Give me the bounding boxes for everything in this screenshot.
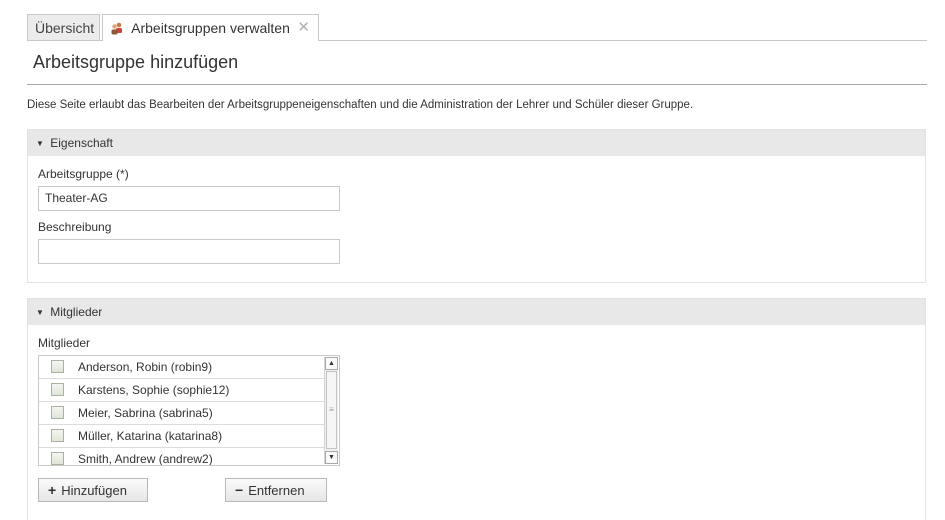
title-divider [27, 84, 927, 85]
members-list[interactable]: Anderson, Robin (robin9) Karstens, Sophi… [38, 355, 340, 466]
description-input[interactable] [38, 239, 340, 264]
members-section: ▼ Mitglieder Mitglieder Anderson, Robin … [27, 298, 926, 520]
close-icon[interactable]: ✕ [297, 15, 310, 41]
users-icon [110, 17, 124, 35]
tab-arbeitsgruppen-verwalten[interactable]: Arbeitsgruppen verwalten ✕ [102, 14, 319, 41]
members-heading: Mitglieder [50, 305, 103, 319]
list-item[interactable]: Müller, Katarina (katarina8) [39, 425, 324, 448]
properties-heading: Eigenschaft [50, 136, 113, 150]
member-checkbox[interactable] [51, 383, 64, 396]
caret-down-icon: ▼ [36, 139, 44, 148]
plus-icon: + [48, 482, 57, 498]
member-checkbox[interactable] [51, 406, 64, 419]
member-checkbox[interactable] [51, 360, 64, 373]
page-title: Arbeitsgruppe hinzufügen [33, 52, 239, 72]
member-name: Smith, Andrew (andrew2) [78, 452, 213, 466]
list-item[interactable]: Anderson, Robin (robin9) [39, 356, 324, 379]
page-description: Diese Seite erlaubt das Bearbeiten der A… [27, 99, 694, 111]
tab-bar: Übersicht Arbeitsgruppen verwalten ✕ [27, 14, 927, 41]
properties-section: ▼ Eigenschaft Arbeitsgruppe (*) Theater-… [27, 129, 926, 283]
add-member-button[interactable]: + Hinzufügen [38, 478, 148, 502]
scroll-down-icon[interactable]: ▼ [325, 451, 338, 464]
member-name: Karstens, Sophie (sophie12) [78, 383, 230, 397]
member-name: Meier, Sabrina (sabrina5) [78, 406, 213, 420]
group-name-label: Arbeitsgruppe (*) [38, 167, 129, 181]
properties-section-header[interactable]: ▼ Eigenschaft [28, 130, 925, 156]
remove-member-label: Entfernen [248, 483, 305, 498]
scrollbar-thumb[interactable]: ≡ [326, 371, 337, 449]
tab-overview[interactable]: Übersicht [27, 14, 100, 40]
tab-overview-label: Übersicht [35, 20, 95, 36]
add-member-label: Hinzufügen [61, 483, 127, 498]
scroll-up-icon[interactable]: ▲ [325, 357, 338, 370]
description-label: Beschreibung [38, 220, 112, 234]
tab-active-label: Arbeitsgruppen verwalten [131, 20, 290, 36]
caret-down-icon: ▼ [36, 308, 44, 317]
members-scrollbar[interactable]: ▲ ≡ ▼ [324, 357, 338, 464]
members-list-label: Mitglieder [38, 336, 91, 350]
member-checkbox[interactable] [51, 429, 64, 442]
member-checkbox[interactable] [51, 452, 64, 465]
group-name-input[interactable]: Theater-AG [38, 186, 340, 211]
list-item[interactable]: Meier, Sabrina (sabrina5) [39, 402, 324, 425]
list-item[interactable]: Smith, Andrew (andrew2) [39, 448, 324, 466]
member-name: Anderson, Robin (robin9) [78, 360, 213, 374]
member-name: Müller, Katarina (katarina8) [78, 429, 223, 443]
minus-icon: − [235, 482, 244, 498]
members-section-header[interactable]: ▼ Mitglieder [28, 299, 925, 325]
remove-member-button[interactable]: − Entfernen [225, 478, 327, 502]
list-item[interactable]: Karstens, Sophie (sophie12) [39, 379, 324, 402]
